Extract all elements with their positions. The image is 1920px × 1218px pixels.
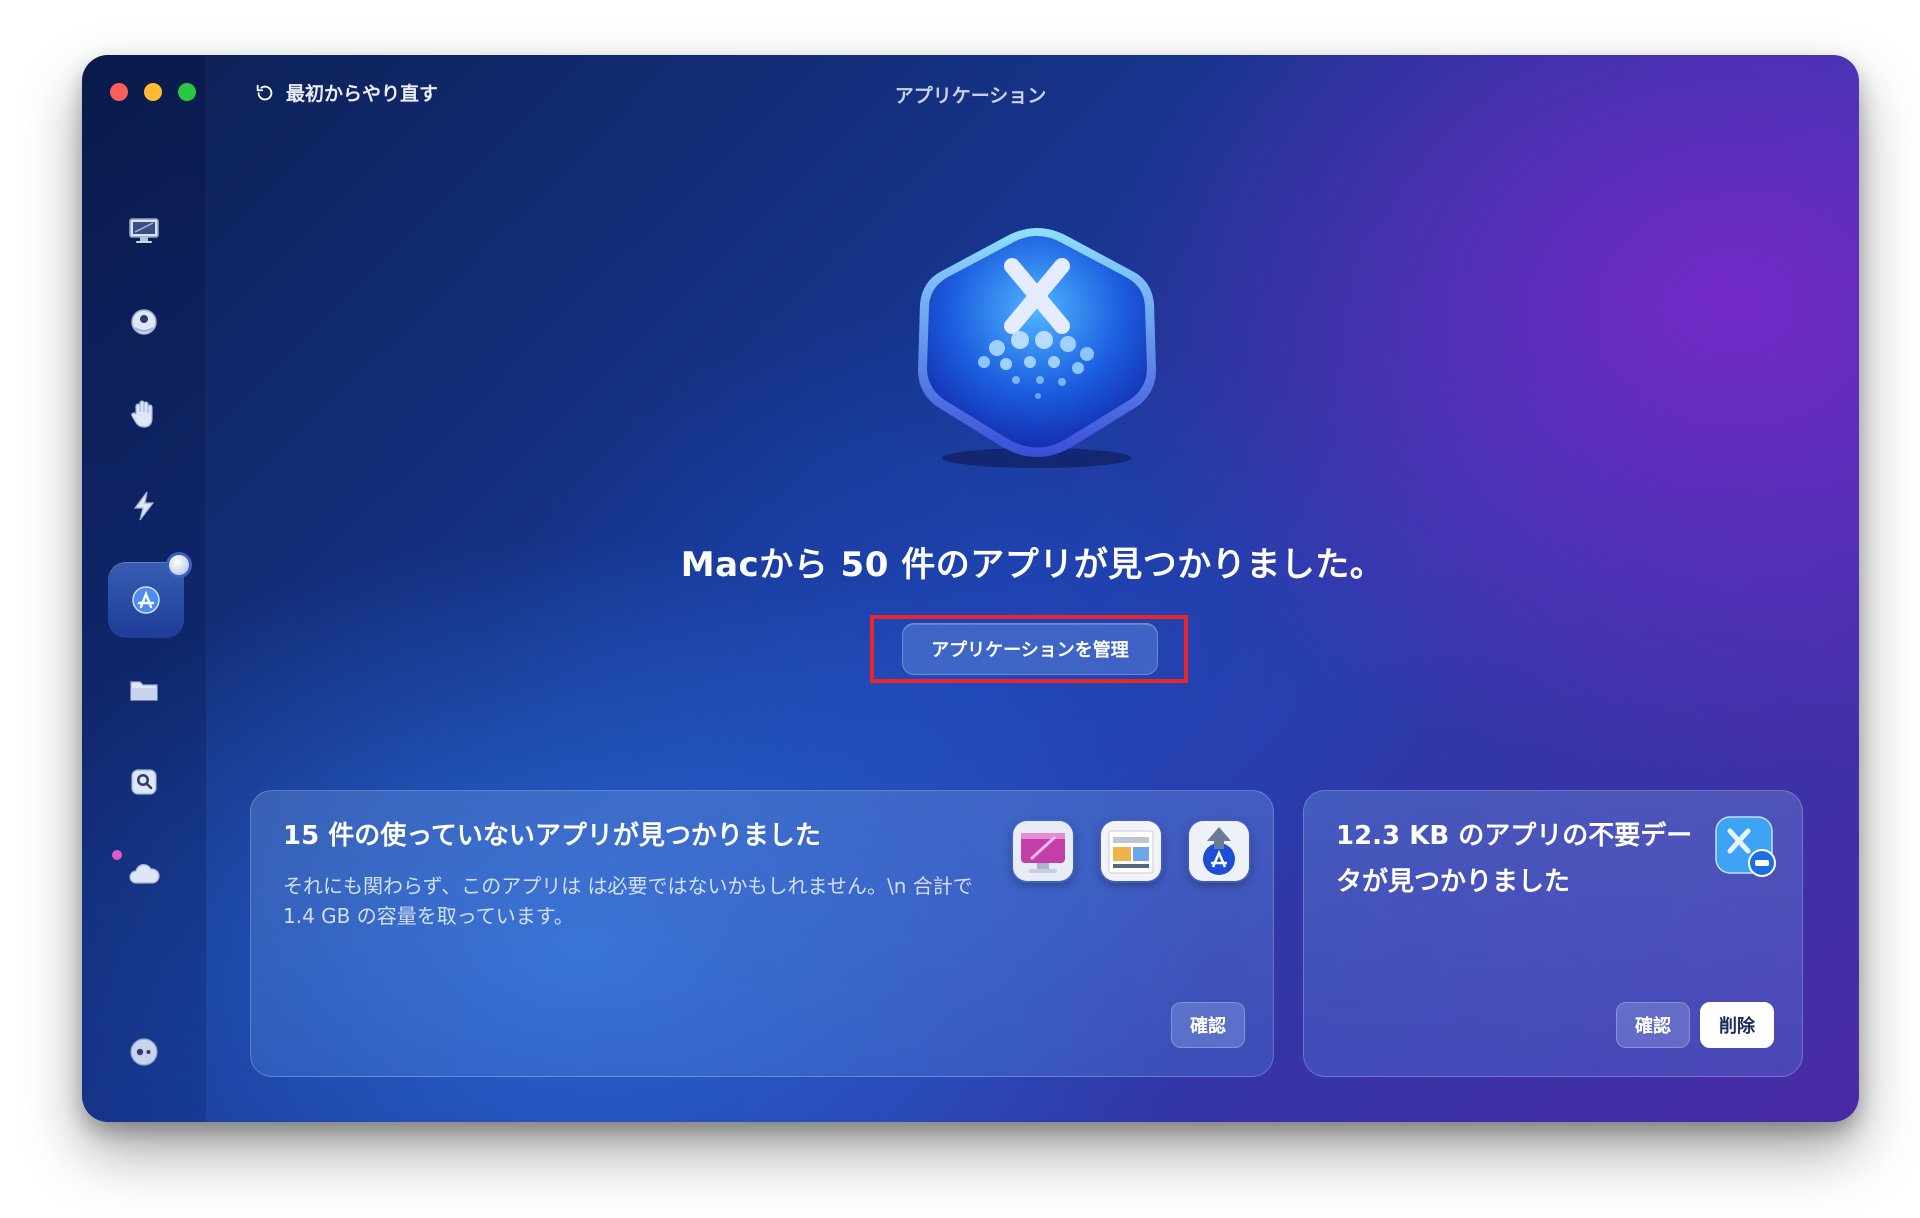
preview-app-icon bbox=[1099, 819, 1163, 883]
sidebar-item-cloud-cleanup[interactable] bbox=[117, 847, 171, 901]
unused-apps-card: 15 件の使っていないアプリが見つかりました それにも関わらず、このアプリは は… bbox=[250, 790, 1274, 1077]
app-leftovers-title: 12.3 KB のアプリの不要データが見つかりました bbox=[1336, 821, 1693, 897]
sidebar-item-assistant[interactable] bbox=[117, 1025, 171, 1079]
sidebar-item-performance[interactable] bbox=[117, 479, 171, 533]
assistant-icon bbox=[130, 1038, 158, 1066]
cloud-icon bbox=[129, 863, 160, 884]
results-headline: Macから 50 件のアプリが見つかりました。 bbox=[680, 545, 1385, 585]
app-window: 最初からやり直す アプリケーション Macから 50 件のアプリが見つかりました… bbox=[82, 55, 1859, 1122]
monitor-icon bbox=[129, 218, 159, 243]
unused-apps-review-button[interactable]: 確認 bbox=[1171, 1002, 1245, 1048]
window-title: アプリケーション bbox=[894, 85, 1047, 107]
app-leftovers-card: 12.3 KB のアプリの不要データが見つかりました 確認 削除 bbox=[1303, 790, 1803, 1077]
sidebar bbox=[82, 55, 207, 1122]
magnifier-icon bbox=[131, 769, 157, 795]
app-store-icon bbox=[132, 586, 160, 614]
sidebar-item-applications[interactable] bbox=[108, 552, 192, 638]
folder-icon bbox=[130, 681, 158, 701]
app-installer-icon bbox=[1187, 819, 1251, 883]
sidebar-item-protection[interactable] bbox=[117, 387, 171, 441]
manage-applications-button[interactable]: アプリケーションを管理 bbox=[902, 623, 1158, 675]
sidebar-item-smart-scan[interactable] bbox=[117, 203, 171, 257]
unused-apps-description: それにも関わらず、このアプリは は必要ではないかもしれません。\n 合計で1.4… bbox=[283, 874, 973, 928]
globe-icon bbox=[131, 309, 157, 335]
app-leftovers-remove-button[interactable]: 削除 bbox=[1700, 1002, 1774, 1048]
sidebar-item-my-clutter[interactable] bbox=[117, 663, 171, 717]
applications-hero-icon bbox=[918, 228, 1156, 468]
app-leftovers-review-button[interactable]: 確認 bbox=[1616, 1002, 1690, 1048]
hand-icon bbox=[131, 400, 153, 428]
scan-status-badge bbox=[166, 552, 192, 578]
cleanmymac-icon bbox=[1011, 819, 1075, 883]
sidebar-item-cleanup[interactable] bbox=[117, 295, 171, 349]
lightning-icon bbox=[133, 491, 155, 521]
sidebar-item-space-lens[interactable] bbox=[117, 755, 171, 809]
unused-apps-title: 15 件の使っていないアプリが見つかりました bbox=[283, 821, 821, 851]
app-leftovers-icon bbox=[1714, 815, 1778, 879]
